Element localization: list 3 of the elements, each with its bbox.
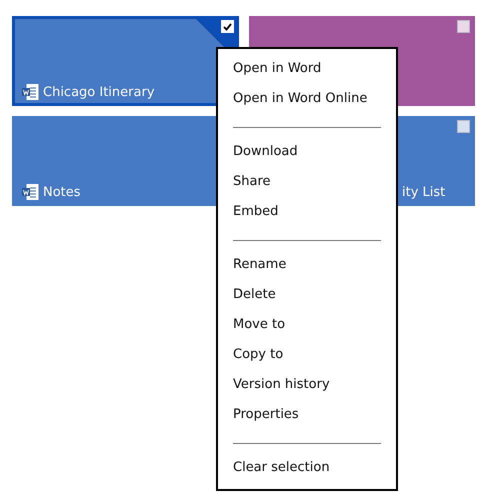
file-name: Chicago Itinerary <box>43 84 155 100</box>
file-name: Notes <box>43 184 81 200</box>
file-name: ity List <box>402 185 446 200</box>
